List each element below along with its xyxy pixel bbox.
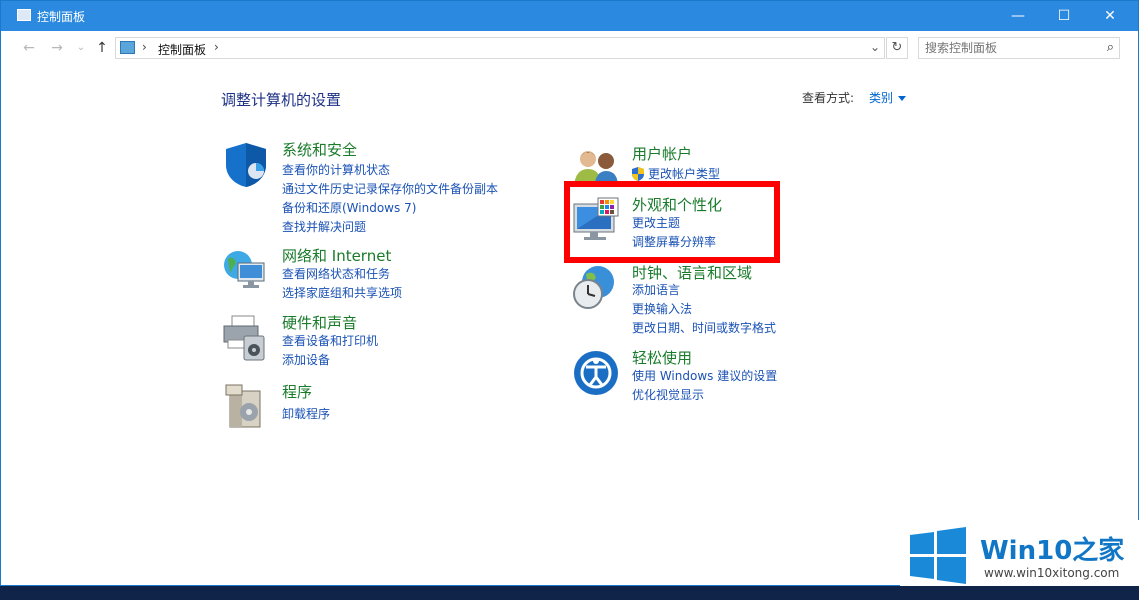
breadcrumb-separator-icon[interactable]: › xyxy=(142,40,147,54)
search-input[interactable] xyxy=(925,40,1095,56)
category-title[interactable]: 硬件和声音 xyxy=(282,312,357,333)
category-link[interactable]: 查找并解决问题 xyxy=(282,218,366,235)
back-arrow-icon[interactable]: ← xyxy=(19,38,39,58)
printer-icon[interactable] xyxy=(222,314,270,362)
category-link[interactable]: 更换输入法 xyxy=(632,300,692,317)
search-box[interactable]: ⌕ xyxy=(918,37,1120,59)
category-link[interactable]: 通过文件历史记录保存你的文件备份副本 xyxy=(282,180,498,197)
desktop-taskbar-strip xyxy=(0,586,1139,600)
category-link[interactable]: 优化视觉显示 xyxy=(632,386,704,403)
clock-globe-icon[interactable] xyxy=(572,264,620,312)
shield-icon[interactable] xyxy=(222,141,270,189)
title-bar[interactable]: 控制面板 — ☐ ✕ xyxy=(1,1,1138,31)
category-link[interactable]: 卸载程序 xyxy=(282,405,330,422)
category-title[interactable]: 轻松使用 xyxy=(632,347,692,368)
category-link[interactable]: 添加语言 xyxy=(632,281,680,298)
view-by-value[interactable]: 类别 xyxy=(869,91,893,105)
search-icon[interactable]: ⌕ xyxy=(1107,40,1114,55)
up-arrow-icon[interactable]: ↑ xyxy=(92,38,112,58)
navigation-bar: ← → ⌄ ↑ › 控制面板 › ⌄ ↻ ⌕ xyxy=(1,32,1138,64)
category-title[interactable]: 时钟、语言和区域 xyxy=(632,262,752,283)
control-panel-window: 控制面板 — ☐ ✕ ← → ⌄ ↑ › 控制面板 › ⌄ ↻ ⌕ 调整计算机的… xyxy=(0,0,1139,586)
uac-shield-icon xyxy=(632,167,644,181)
maximize-button[interactable]: ☐ xyxy=(1041,1,1087,31)
programs-icon[interactable] xyxy=(222,383,270,431)
category-title[interactable]: 程序 xyxy=(282,381,312,402)
ease-of-access-icon[interactable] xyxy=(572,349,620,397)
category-link[interactable]: 更改日期、时间或数字格式 xyxy=(632,319,776,336)
view-by-dropdown[interactable]: 类别 xyxy=(869,89,907,106)
address-dropdown-icon[interactable]: ⌄ xyxy=(870,40,880,54)
category-title[interactable]: 系统和安全 xyxy=(282,139,357,160)
network-globe-icon[interactable] xyxy=(222,247,270,295)
refresh-button[interactable]: ↻ xyxy=(886,37,908,59)
page-heading: 调整计算机的设置 xyxy=(221,91,342,109)
category-title[interactable]: 用户帐户 xyxy=(632,143,692,164)
category-link[interactable]: 更改帐户类型 xyxy=(648,165,720,182)
watermark-url: www.win10xitong.com xyxy=(984,566,1120,580)
breadcrumb-end-separator-icon[interactable]: › xyxy=(214,40,219,54)
close-button[interactable]: ✕ xyxy=(1087,1,1133,31)
forward-arrow-icon[interactable]: → xyxy=(47,38,67,58)
window-title: 控制面板 xyxy=(37,10,86,24)
dropdown-caret-icon[interactable] xyxy=(898,96,907,101)
category-link[interactable]: 添加设备 xyxy=(282,351,330,368)
category-link[interactable]: 使用 Windows 建议的设置 xyxy=(632,367,777,384)
watermark: Win10之家 www.win10xitong.com xyxy=(900,520,1139,592)
control-panel-icon xyxy=(17,9,31,21)
windows-logo-icon xyxy=(910,527,966,584)
control-panel-icon xyxy=(120,41,135,54)
recent-locations-icon[interactable]: ⌄ xyxy=(71,38,91,58)
category-title[interactable]: 网络和 Internet xyxy=(282,245,391,266)
category-link[interactable]: 查看网络状态和任务 xyxy=(282,265,390,282)
category-link[interactable]: 查看设备和打印机 xyxy=(282,332,378,349)
minimize-button[interactable]: — xyxy=(995,1,1041,31)
view-by-label: 查看方式: xyxy=(802,91,855,105)
category-link[interactable]: 查看你的计算机状态 xyxy=(282,161,390,178)
category-link[interactable]: 选择家庭组和共享选项 xyxy=(282,284,402,301)
category-link[interactable]: 备份和还原(Windows 7) xyxy=(282,199,416,216)
highlight-box xyxy=(564,181,780,263)
breadcrumb-control-panel[interactable]: 控制面板 xyxy=(158,41,206,58)
address-bar[interactable]: › 控制面板 › ⌄ xyxy=(115,37,885,59)
watermark-brand: Win10之家 xyxy=(980,536,1125,566)
